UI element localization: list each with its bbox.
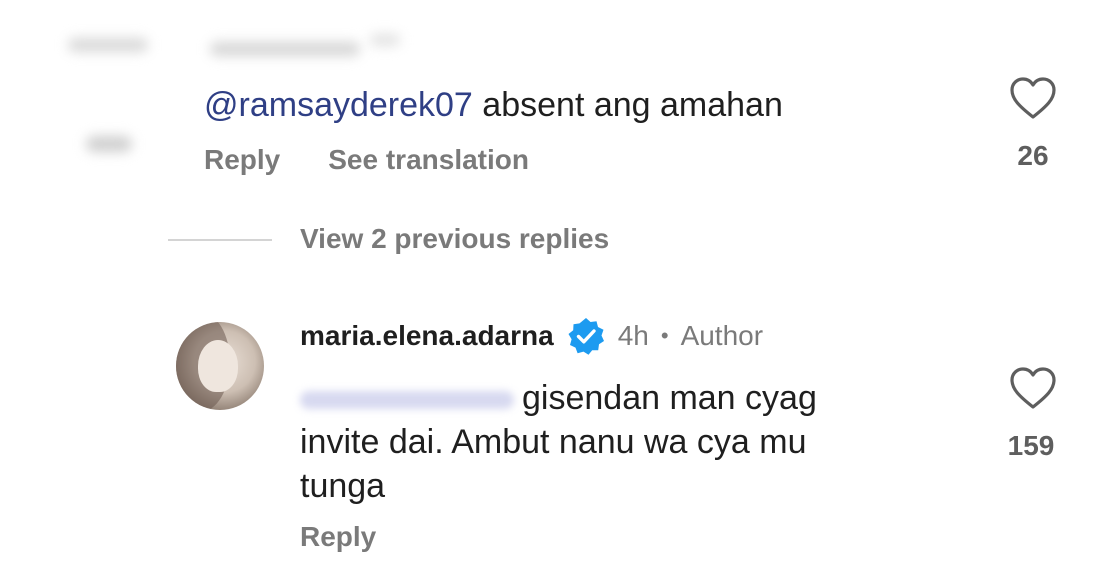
mention-link[interactable]: @ramsayderek07 [204, 86, 473, 124]
comment-text: @ramsayderek07 absent ang amahan [204, 84, 783, 126]
blurred-username [210, 42, 360, 56]
blurred-mention [300, 391, 514, 410]
timestamp: 4h [617, 320, 649, 351]
like-count: 26 [1017, 140, 1049, 171]
heart-icon[interactable] [1009, 76, 1057, 120]
heart-icon[interactable] [1009, 366, 1057, 410]
reply-button[interactable]: Reply [204, 144, 280, 175]
comment-body: absent ang amahan [472, 86, 783, 124]
username-link[interactable]: maria.elena.adarna [300, 320, 554, 352]
reply-text-line-3: tunga [300, 467, 386, 505]
reply-text: gisendan man cyag invite dai. Ambut nanu… [300, 376, 940, 508]
reply-header: maria.elena.adarna 4h • Author [300, 315, 763, 357]
verified-badge-icon [568, 318, 604, 355]
reply-button[interactable]: Reply [300, 519, 376, 555]
replies-divider [168, 239, 272, 241]
comment-actions: Reply See translation [204, 142, 529, 178]
reply-text-line-1: gisendan man cyag [522, 379, 817, 417]
avatar[interactable] [176, 322, 264, 410]
view-previous-replies-button[interactable]: View 2 previous replies [300, 221, 609, 257]
blurred-avatar-area-lower [86, 136, 132, 152]
blurred-username-extra [370, 34, 400, 46]
author-badge: Author [680, 320, 764, 351]
separator-dot: • [660, 323, 669, 348]
blurred-avatar-area [68, 38, 148, 52]
reply-text-line-2: invite dai. Ambut nanu wa cya mu [300, 423, 807, 461]
like-count: 159 [1007, 430, 1055, 461]
see-translation-button[interactable]: See translation [328, 144, 529, 175]
